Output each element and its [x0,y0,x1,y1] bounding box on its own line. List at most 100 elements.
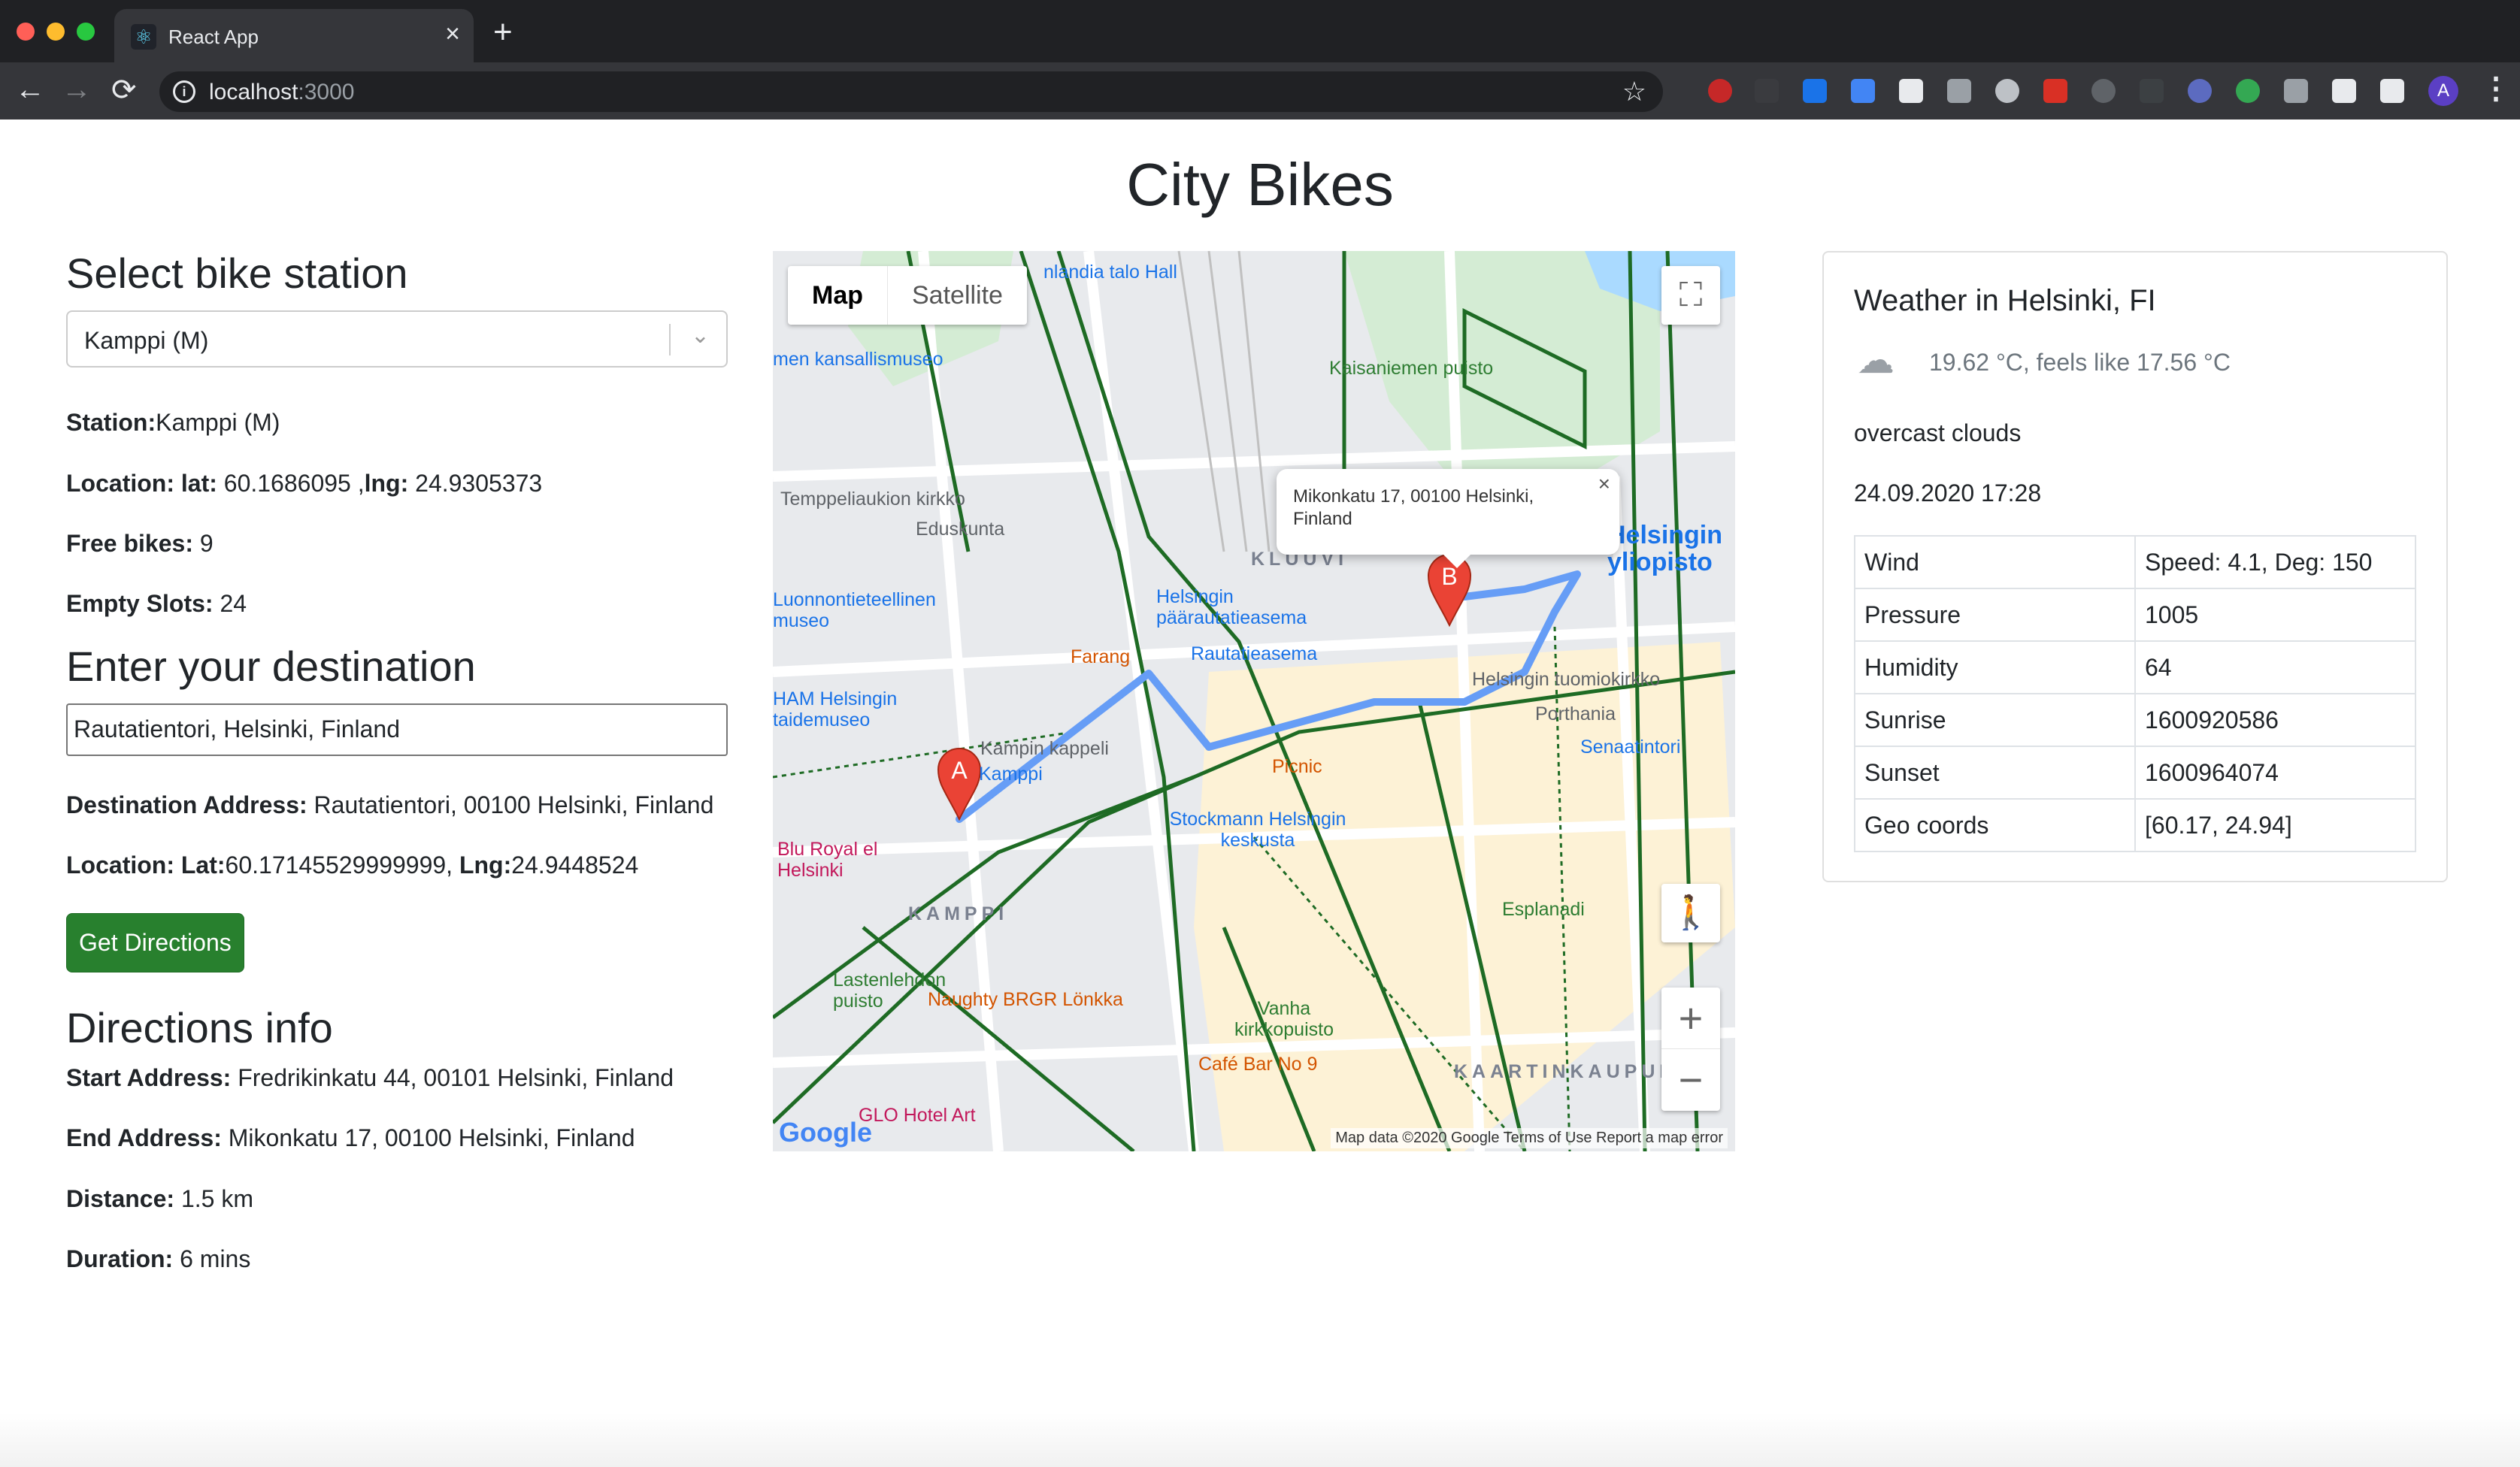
map-label: Naughty BRGR Lönkka [928,989,1123,1010]
station-select[interactable]: Kamppi (M) ⌄ [66,310,728,368]
extension-icon[interactable] [1995,79,2019,103]
table-row: Sunset 1600964074 [1854,746,2416,800]
fullscreen-icon[interactable]: ⛶ [1661,266,1720,325]
address-bar[interactable]: i localhost:3000 ☆ [159,71,1663,112]
extension-icon[interactable] [2236,79,2260,103]
map-label: Eduskunta [916,519,1005,540]
browser-tab-bar: ⚛ React App × + [0,0,2520,62]
destination-address-row: Destination Address: Rautatientori, 0010… [66,791,714,818]
map-label: Temppeliaukion kirkko [780,488,965,510]
back-icon[interactable]: ← [15,73,45,107]
duration-row: Duration: 6 mins [66,1245,251,1273]
extension-icon[interactable] [1755,79,1779,103]
map-type-control: Map Satellite [788,266,1027,325]
map-label: Kampin kappeli [980,738,1109,759]
map-label: Luonnontieteellinen museo [773,589,936,631]
map-label: Rautatieasema [1191,643,1318,664]
row-label: Sunset [1854,746,2136,800]
extension-icon[interactable] [1851,79,1875,103]
table-row: Humidity 64 [1854,640,2416,694]
bookmark-star-icon[interactable]: ☆ [1622,76,1646,107]
menu-icon[interactable]: ⋮ [2481,71,2511,106]
page-title: City Bikes [1126,151,1394,218]
extensions-puzzle-icon[interactable] [2380,79,2404,103]
new-tab-button[interactable]: + [493,14,513,51]
map-label: Helsingin tuomiokirkko [1472,669,1661,690]
table-row: Pressure 1005 [1854,588,2416,642]
station-name-row: Station:Kamppi (M) [66,409,280,437]
tab-title: React App [168,26,259,48]
map-label: nlandia talo Hall [1043,262,1177,283]
forward-icon[interactable]: → [62,73,92,107]
map-label: Kamppi [979,764,1043,785]
free-bikes-row: Free bikes: 9 [66,529,214,557]
extension-icon[interactable] [2332,79,2356,103]
map-label: Helsingin yliopisto [1607,521,1723,576]
select-station-heading: Select bike station [66,250,408,297]
row-value: Speed: 4.1, Deg: 150 [2134,535,2416,589]
empty-slots-row: Empty Slots: 24 [66,590,247,618]
profile-avatar[interactable]: A [2428,76,2458,106]
maximize-window-button[interactable] [77,23,95,41]
destination-location-row: Location: Lat:60.17145529999999, Lng:24.… [66,851,639,879]
map-label: HAM Helsingin taidemuseo [773,688,898,730]
minimize-window-button[interactable] [47,23,65,41]
extension-icon[interactable] [2140,79,2164,103]
site-info-icon[interactable]: i [173,80,195,103]
extension-icon[interactable] [1803,79,1827,103]
weather-table: Wind Speed: 4.1, Deg: 150 Pressure 1005 Hu… [1854,535,2416,852]
map-label: Esplanadi [1502,899,1585,920]
select-divider [669,324,671,356]
end-address-row: End Address: Mikonkatu 17, 00100 Helsink… [66,1124,635,1152]
extension-icon[interactable] [2091,79,2116,103]
weather-card: Weather in Helsinki, FI ☁ 19.62 °C, feel… [1822,251,2448,882]
get-directions-button[interactable]: Get Directions [66,912,244,972]
url-text[interactable]: localhost:3000 [209,80,354,105]
station-select-value: Kamppi (M) [84,327,209,355]
map-type-map-button[interactable]: Map [788,266,888,325]
extension-icon[interactable] [2043,79,2067,103]
map-label: Senaatintori [1580,737,1681,758]
map-label: Vanha kirkkopuisto [1234,998,1334,1040]
row-label: Sunrise [1854,693,2136,747]
station-location-row: Location: lat: 60.1686095 ,lng: 24.93053… [66,469,543,497]
zoom-out-button[interactable]: − [1661,1049,1720,1111]
table-row: Geo coords [60.17, 24.94] [1854,798,2416,852]
map-label: Picnic [1272,756,1322,777]
map-type-satellite-button[interactable]: Satellite [888,266,1027,325]
info-window-text: Mikonkatu 17, 00100 Helsinki, Finland [1293,486,1534,529]
row-value: 64 [2134,640,2416,694]
destination-input[interactable] [66,703,728,756]
map-label: Café Bar No 9 [1198,1054,1318,1075]
extension-icon[interactable] [1947,79,1971,103]
close-icon[interactable]: × [1598,472,1610,496]
directions-heading: Directions info [66,1003,333,1051]
start-address-row: Start Address: Fredrikinkatu 44, 00101 H… [66,1063,674,1091]
svg-text:A: A [951,757,968,784]
chevron-down-icon[interactable]: ⌄ [691,322,710,349]
extension-icon[interactable] [2284,79,2308,103]
browser-tab[interactable]: ⚛ React App × [114,9,474,62]
left-panel: Select bike station Kamppi (M) ⌄ Station… [66,248,728,1273]
row-value: 1600964074 [2134,746,2416,800]
close-window-button[interactable] [17,23,35,41]
map-label: Helsingin päärautatieasema [1156,586,1307,628]
close-tab-icon[interactable]: × [445,20,460,49]
map-label: men kansallismuseo [773,349,943,370]
extension-icon[interactable] [1708,79,1732,103]
extension-icon[interactable] [1899,79,1923,103]
map-footer[interactable]: Map data ©2020 Google Terms of Use Repor… [1331,1128,1728,1148]
map-label: Blu Royal el Helsinki [777,839,878,881]
district-label: KAMPPI [908,903,1009,924]
reload-icon[interactable]: ⟳ [111,73,137,107]
pegman-icon[interactable]: 🚶 [1661,884,1720,942]
row-value: [60.17, 24.94] [2134,798,2416,852]
react-icon: ⚛ [131,24,156,50]
row-label: Geo coords [1854,798,2136,852]
extension-icon[interactable] [2188,79,2212,103]
browser-toolbar: ← → ⟳ i localhost:3000 ☆ A ⋮ [0,62,2520,119]
zoom-in-button[interactable]: + [1661,988,1720,1049]
row-label: Pressure [1854,588,2136,642]
weather-datetime: 24.09.2020 17:28 [1854,479,2042,507]
map[interactable]: A B nlandia talo Hall men kansallismuseo… [773,251,1735,1151]
